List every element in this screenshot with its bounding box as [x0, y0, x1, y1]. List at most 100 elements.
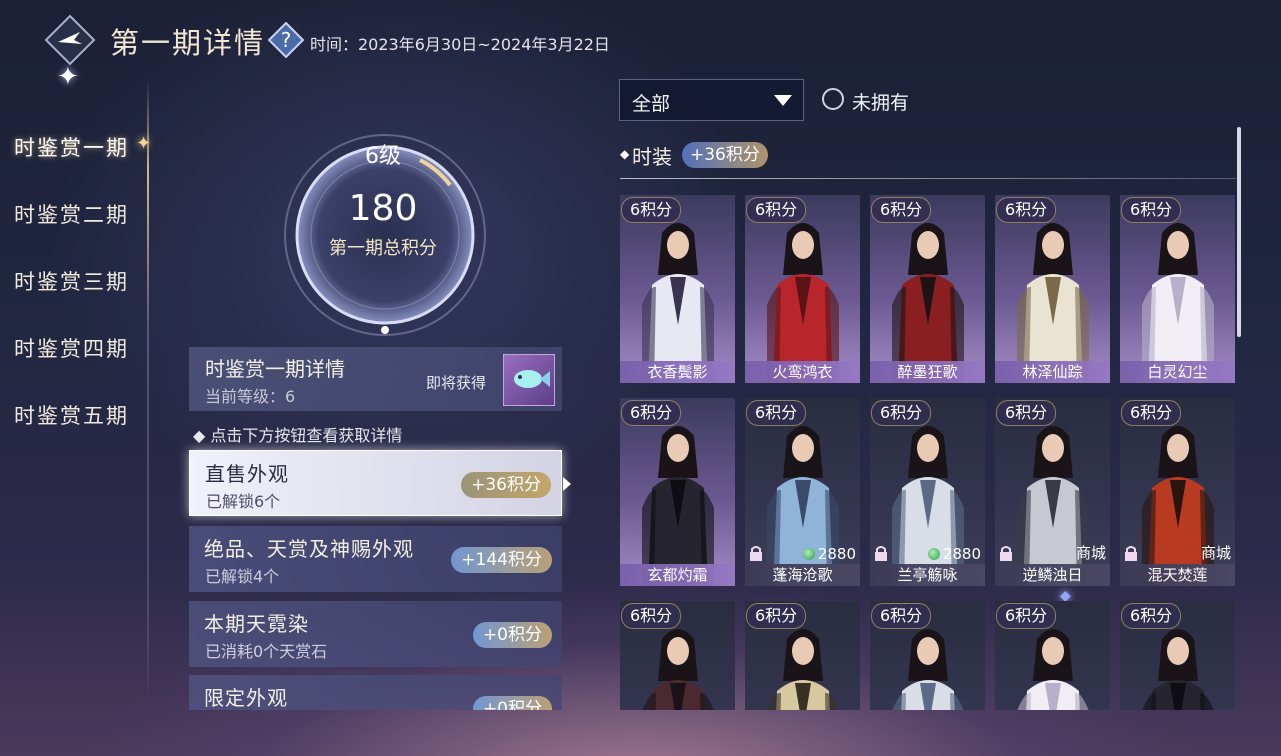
points-tag: 6积分: [1121, 603, 1182, 629]
outfit-name: 白灵幻尘: [1120, 361, 1235, 383]
outfit-card[interactable]: 6积分: [745, 601, 860, 710]
points-tag: 6积分: [621, 197, 682, 223]
not-owned-radio[interactable]: [822, 88, 844, 110]
svg-text:?: ?: [281, 28, 292, 52]
outfit-card[interactable]: 6积分 商城 混天焚莲: [1120, 398, 1235, 586]
outfit-name: 火鸾鸿衣: [745, 361, 860, 383]
points-tag: 6积分: [996, 603, 1057, 629]
outfit-card[interactable]: 6积分 2880 蓬海沧歌: [745, 398, 860, 586]
character-figure: [642, 223, 714, 383]
outfit-card[interactable]: 6积分商城 逆鳞浊日: [995, 398, 1110, 586]
outfit-name: 兰亭觞咏: [870, 564, 985, 586]
character-figure: [1017, 223, 1089, 383]
points-badge: +144积分: [451, 547, 552, 573]
points-tag: 6积分: [621, 603, 682, 629]
price-value: 2880: [817, 545, 856, 563]
category-title: 本期天霓染: [204, 612, 309, 636]
price-value: 2880: [942, 545, 981, 563]
price-label: 2880: [802, 545, 856, 563]
points-tag: 6积分: [1121, 197, 1182, 223]
outfit-card[interactable]: 6积分林泽仙踪: [995, 195, 1110, 383]
question-icon: ?: [267, 21, 305, 59]
price-label: 商城: [1076, 542, 1106, 563]
upcoming-reward-item[interactable]: [503, 354, 555, 406]
category-title: 限定外观: [204, 686, 288, 710]
points-tag: 6积分: [1121, 400, 1182, 426]
price-value: 商城: [1200, 544, 1231, 562]
lock-icon: [1000, 546, 1012, 561]
outfit-card[interactable]: 6积分: [870, 601, 985, 710]
outfit-card[interactable]: 6积分: [1120, 601, 1235, 710]
outfit-card[interactable]: 6积分衣香鬓影: [620, 195, 735, 383]
chevron-down-icon: [774, 95, 792, 106]
price-label: 2880: [927, 545, 981, 563]
outfit-card[interactable]: 6积分白灵幻尘: [1120, 195, 1235, 383]
character-figure: [642, 629, 714, 710]
outfit-name: 林泽仙踪: [995, 361, 1110, 383]
category-subtitle: 已解锁6个: [206, 492, 281, 511]
points-tag: 6积分: [871, 603, 932, 629]
points-badge: +0积分: [472, 696, 552, 710]
back-icon: [44, 14, 96, 66]
lock-icon: [750, 546, 762, 561]
character-figure: [1017, 629, 1089, 710]
points-tag: 6积分: [996, 197, 1057, 223]
outfit-card[interactable]: 6积分: [995, 601, 1110, 710]
active-arrow-icon: [563, 477, 571, 491]
outfit-card[interactable]: 6积分火鸾鸿衣: [745, 195, 860, 383]
outfit-card[interactable]: 6积分 2880 兰亭觞咏: [870, 398, 985, 586]
section-points-badge: +36积分: [682, 142, 768, 168]
upcoming-reward-label: 即将获得: [426, 374, 487, 392]
outfit-card[interactable]: 6积分: [620, 601, 735, 710]
fish-icon: [514, 370, 550, 388]
points-tag: 6积分: [996, 400, 1057, 426]
category-direct-sale[interactable]: 直售外观 已解锁6个 +36积分: [189, 450, 562, 516]
section-divider: [620, 178, 1236, 179]
outfit-card[interactable]: 6积分醉墨狂歌: [870, 195, 985, 383]
section-title: 时装: [632, 145, 672, 169]
nav-item-period-4[interactable]: 时鉴赏四期: [14, 333, 129, 363]
outfit-name: 蓬海沧歌: [745, 564, 860, 586]
points-badge: +36积分: [461, 472, 551, 498]
points-badge: +0积分: [472, 622, 552, 648]
character-figure: [1142, 629, 1214, 710]
nav-item-period-2[interactable]: 时鉴赏二期: [14, 199, 129, 229]
outfit-name: 衣香鬓影: [620, 361, 735, 383]
lock-icon: [875, 546, 887, 561]
category-subtitle: 已消耗0个天赏石: [205, 642, 328, 661]
level-label: 6级: [365, 144, 401, 169]
character-figure: [892, 223, 964, 383]
category-dye[interactable]: 本期天霓染 已消耗0个天赏石 +0积分: [189, 601, 562, 667]
category-limited[interactable]: 限定外观 +0积分: [189, 675, 562, 710]
nav-item-period-3[interactable]: 时鉴赏三期: [14, 266, 129, 296]
back-button[interactable]: [44, 14, 96, 66]
points-tag: 6积分: [746, 400, 807, 426]
nav-item-period-5[interactable]: 时鉴赏五期: [14, 400, 129, 430]
active-marker-icon: ✦: [136, 133, 152, 154]
page-title: 第一期详情: [110, 26, 266, 60]
help-button[interactable]: ?: [267, 21, 305, 59]
points-tag: 6积分: [746, 603, 807, 629]
outfit-grid: 6积分 衣香鬓影 6积分 火鸾鸿衣 6积分 醉墨狂歌 6积分 林泽仙踪 6积分 白灵幻尘 6积分 玄都…: [619, 195, 1239, 710]
filter-value: 全部: [632, 93, 671, 115]
outfit-name: 醉墨狂歌: [870, 361, 985, 383]
category-premium[interactable]: 绝品、天赏及神赐外观 已解锁4个 +144积分: [189, 526, 562, 592]
sparkle-icon: ✦: [57, 62, 79, 92]
current-level: 当前等级：6: [205, 387, 296, 406]
category-title: 绝品、天赏及神赐外观: [204, 537, 414, 561]
character-figure: [892, 629, 964, 710]
points-tag: 6积分: [871, 197, 932, 223]
nav-item-period-1[interactable]: 时鉴赏一期: [14, 132, 129, 162]
outfit-card[interactable]: 6积分玄都灼霜: [620, 398, 735, 586]
outfit-name: 逆鳞浊日: [995, 564, 1110, 586]
detail-title: 时鉴赏一期详情: [205, 357, 345, 381]
character-figure: [767, 223, 839, 383]
not-owned-label: 未拥有: [852, 92, 910, 114]
outfit-name: 玄都灼霜: [620, 564, 735, 586]
total-score-label: 第一期总积分: [329, 238, 437, 259]
time-range: 时间：2023年6月30日~2024年3月22日: [310, 35, 610, 54]
category-subtitle: 已解锁4个: [205, 567, 280, 586]
points-tag: 6积分: [621, 400, 682, 426]
points-tag: 6积分: [746, 197, 807, 223]
points-tag: 6积分: [871, 400, 932, 426]
